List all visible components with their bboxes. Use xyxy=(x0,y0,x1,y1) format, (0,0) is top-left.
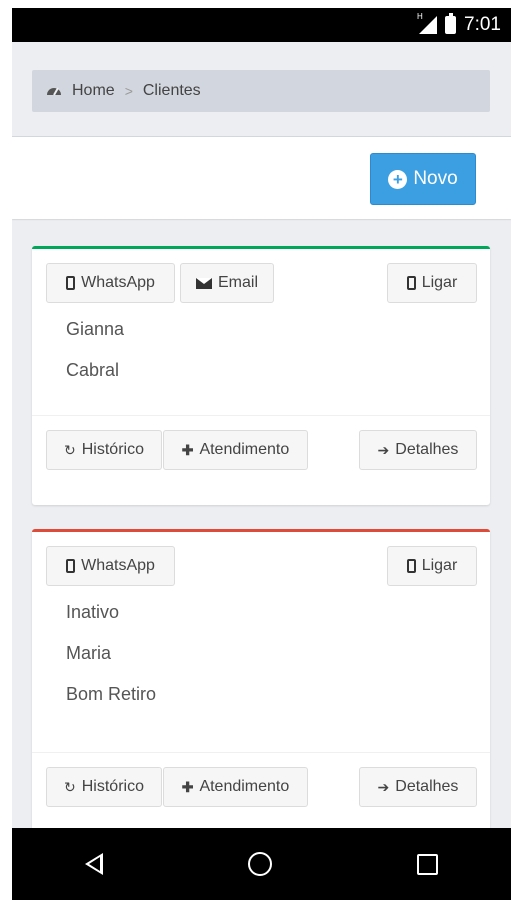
details-button[interactable]: ➔ Detalhes xyxy=(359,430,477,470)
call-label: Ligar xyxy=(421,274,458,291)
status-bar: H 7:01 xyxy=(12,8,511,42)
plus-icon: ✚ xyxy=(181,778,194,795)
service-label: Atendimento xyxy=(199,778,290,795)
actions-box: + Novo xyxy=(12,136,511,219)
client-info-line: Maria xyxy=(66,643,112,663)
phone-icon xyxy=(66,276,76,290)
call-button[interactable]: Ligar xyxy=(387,263,477,303)
client-info-line: Gianna xyxy=(66,319,125,339)
breadcrumb-separator: > xyxy=(124,83,133,99)
home-icon[interactable] xyxy=(247,852,272,876)
breadcrumb: Home > Clientes xyxy=(32,70,490,112)
client-card: WhatsApp Email Ligar Gianna Cabral ↻ His… xyxy=(32,246,490,505)
details-label: Detalhes xyxy=(395,778,459,795)
client-info-line: Cabral xyxy=(66,360,120,380)
whatsapp-button[interactable]: WhatsApp xyxy=(46,263,175,303)
email-button[interactable]: Email xyxy=(180,263,274,303)
email-label: Email xyxy=(217,274,258,291)
client-card: WhatsApp Ligar Inativo Maria Bom Retiro … xyxy=(32,529,490,832)
clock: 7:01 xyxy=(464,14,501,35)
client-info-line: Inativo xyxy=(66,602,120,622)
history-label: Histórico xyxy=(81,441,144,458)
client-info: Gianna Cabral xyxy=(32,295,490,415)
recent-apps-icon[interactable] xyxy=(417,853,439,875)
call-label: Ligar xyxy=(421,557,458,574)
call-button[interactable]: Ligar xyxy=(387,546,477,586)
client-info-line: Bom Retiro xyxy=(66,684,157,704)
service-label: Atendimento xyxy=(199,441,290,458)
card-footer: ↻ Histórico ✚ Atendimento ➔ Detalhes xyxy=(32,415,490,486)
dashboard-icon xyxy=(47,87,61,96)
plus-circle-icon: + xyxy=(388,169,408,189)
back-icon[interactable] xyxy=(84,853,103,875)
details-button[interactable]: ➔ Detalhes xyxy=(359,767,477,807)
app-screen: H 7:01 Home > Clientes + Novo WhatsApp E… xyxy=(12,8,511,868)
whatsapp-label: WhatsApp xyxy=(81,557,155,574)
add-service-button[interactable]: ✚ Atendimento xyxy=(163,430,308,470)
client-info: Inativo Maria Bom Retiro xyxy=(32,578,490,752)
signal-icon: H xyxy=(417,12,438,34)
card-footer: ↻ Histórico ✚ Atendimento ➔ Detalhes xyxy=(32,752,490,823)
phone-icon xyxy=(406,276,416,290)
system-nav-bar xyxy=(12,828,511,900)
history-button[interactable]: ↻ Histórico xyxy=(46,430,162,470)
phone-icon xyxy=(406,559,416,573)
whatsapp-button[interactable]: WhatsApp xyxy=(46,546,175,586)
breadcrumb-home-link[interactable]: Home xyxy=(72,82,115,100)
arrow-right-icon: ➔ xyxy=(377,778,390,795)
breadcrumb-current: Clientes xyxy=(142,82,201,99)
new-client-button[interactable]: + Novo xyxy=(370,153,476,205)
history-button[interactable]: ↻ Histórico xyxy=(46,767,162,807)
add-service-button[interactable]: ✚ Atendimento xyxy=(163,767,308,807)
refresh-icon: ↻ xyxy=(64,441,76,458)
arrow-right-icon: ➔ xyxy=(377,441,390,458)
details-label: Detalhes xyxy=(395,441,459,458)
new-client-label: Novo xyxy=(413,168,458,189)
refresh-icon: ↻ xyxy=(64,778,76,795)
history-label: Histórico xyxy=(81,778,144,795)
battery-icon xyxy=(445,13,457,34)
phone-icon xyxy=(66,559,76,573)
whatsapp-label: WhatsApp xyxy=(81,274,155,291)
mail-icon xyxy=(195,277,212,289)
plus-icon: ✚ xyxy=(181,441,194,458)
